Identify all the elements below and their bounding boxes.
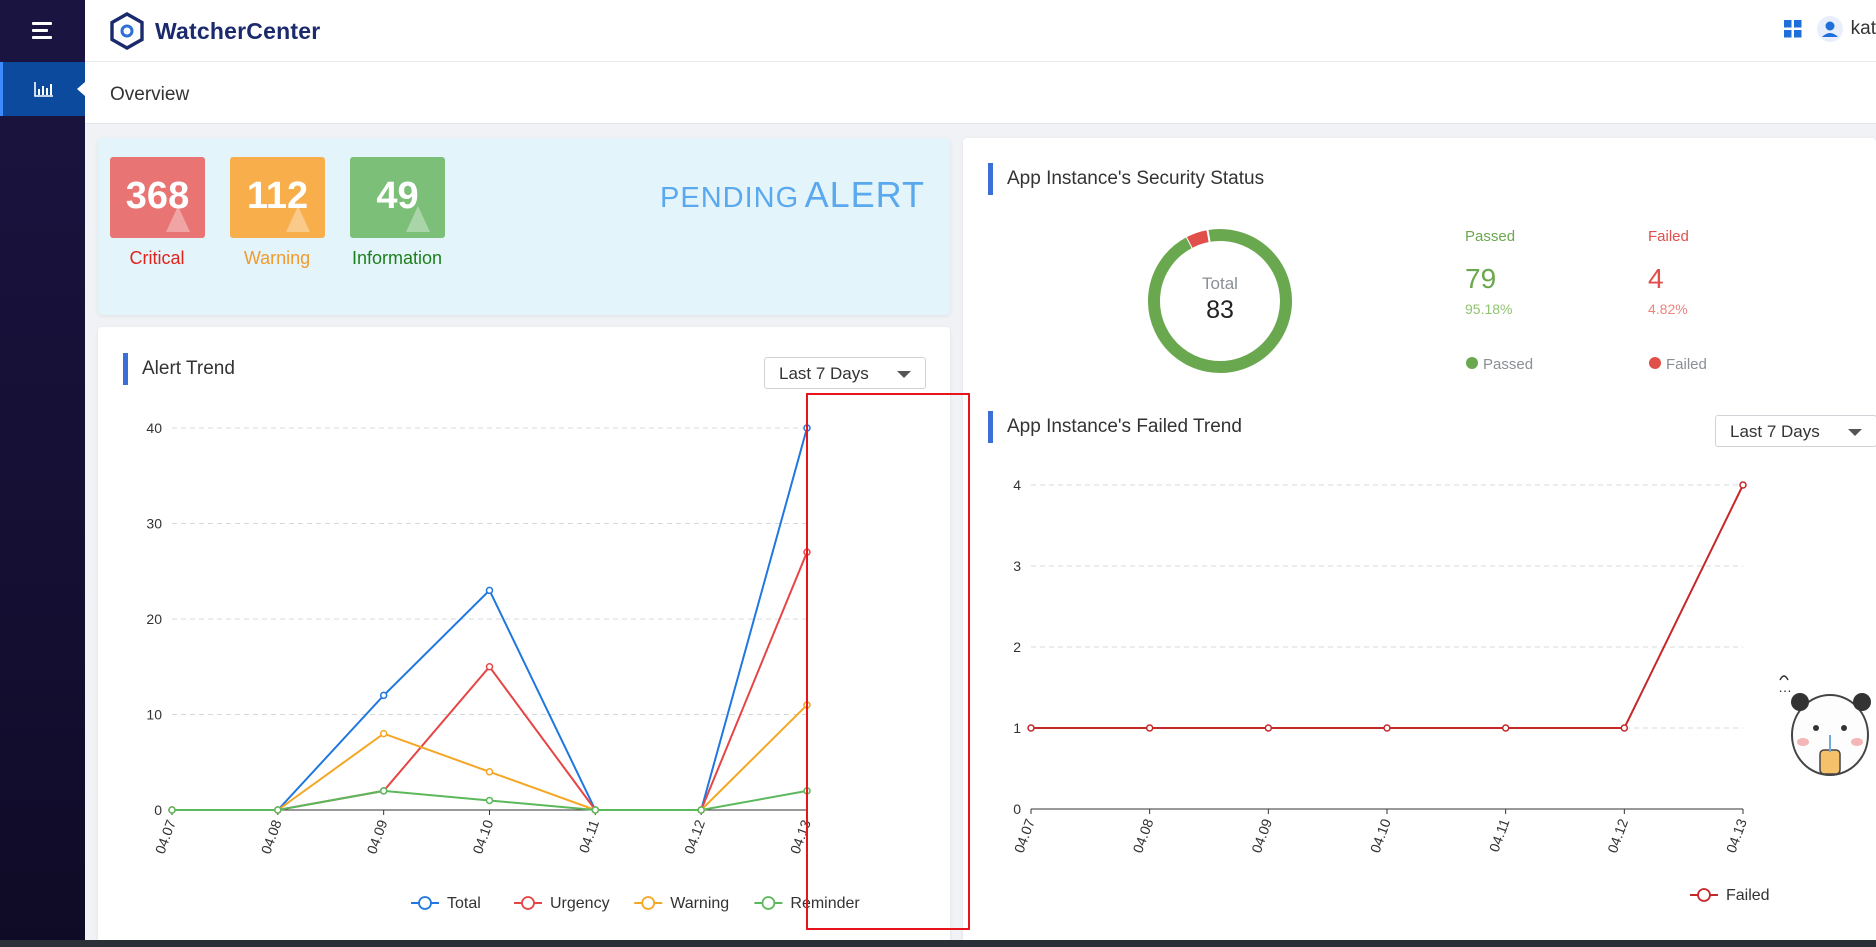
taskbar-strip bbox=[0, 940, 1876, 947]
x-tick-label: 04.08 bbox=[1129, 816, 1156, 855]
y-tick-label: 3 bbox=[1013, 558, 1021, 574]
y-tick-label: 40 bbox=[146, 420, 162, 436]
legend-label: Warning bbox=[670, 895, 729, 912]
failed-stat-label: Failed bbox=[1648, 228, 1689, 245]
y-tick-label: 0 bbox=[154, 802, 162, 818]
y-tick-label: 2 bbox=[1013, 639, 1021, 655]
x-tick-label: 04.12 bbox=[1604, 816, 1631, 855]
x-tick-label: 04.11 bbox=[575, 817, 602, 855]
legend-failed-label: Failed bbox=[1666, 356, 1707, 373]
y-tick-label: 10 bbox=[146, 707, 162, 723]
data-point[interactable] bbox=[1145, 724, 1154, 732]
y-tick-label: 0 bbox=[1013, 801, 1021, 817]
y-tick-label: 1 bbox=[1013, 720, 1021, 736]
data-point[interactable] bbox=[803, 701, 811, 709]
data-point[interactable] bbox=[697, 806, 705, 814]
x-tick-label: 04.08 bbox=[258, 817, 285, 856]
charts-layer: 010203040 04.07 04.08 04.09 04.10 04.11 04.12… bbox=[146, 227, 1871, 912]
legend-label: Reminder bbox=[790, 895, 860, 912]
data-point[interactable] bbox=[168, 806, 176, 814]
panda-sticker-image: … bbox=[1778, 675, 1871, 776]
legend-failed-marker bbox=[1649, 357, 1661, 369]
svg-text:…: … bbox=[1778, 679, 1792, 695]
legend-item-failed[interactable]: Failed bbox=[1690, 887, 1770, 904]
donut-total-label: Total bbox=[1202, 274, 1238, 293]
data-point[interactable] bbox=[485, 586, 494, 595]
data-point[interactable] bbox=[803, 548, 811, 556]
data-point[interactable] bbox=[1501, 724, 1510, 732]
legend-passed-label: Passed bbox=[1483, 356, 1533, 373]
data-point[interactable] bbox=[1383, 724, 1391, 732]
x-tick-label: 04.09 bbox=[363, 817, 390, 856]
passed-stat-label: Passed bbox=[1465, 228, 1515, 245]
passed-stat-count: 79 bbox=[1465, 263, 1496, 294]
x-tick-label: 04.11 bbox=[1486, 816, 1513, 854]
donut-total-value: 83 bbox=[1206, 296, 1234, 324]
legend-item-urgency[interactable]: Urgency bbox=[514, 895, 610, 912]
data-point[interactable] bbox=[1264, 724, 1273, 732]
legend-item-reminder[interactable]: Reminder bbox=[754, 895, 860, 912]
data-point[interactable] bbox=[1739, 481, 1747, 489]
y-tick-label: 20 bbox=[146, 611, 162, 627]
data-point[interactable] bbox=[803, 424, 811, 432]
alert-trend-chart: 0 10 20 30 40 04.07 04.08 04.09 04.10 04.11 04.12… bbox=[146, 420, 860, 912]
failed-stat-count: 4 bbox=[1648, 263, 1664, 294]
data-point[interactable] bbox=[803, 787, 811, 795]
x-tick-label: 04.10 bbox=[1367, 816, 1394, 855]
legend-label: Failed bbox=[1726, 887, 1770, 904]
series-line-failed bbox=[1031, 484, 1744, 729]
data-point[interactable] bbox=[379, 691, 388, 700]
donut-slice-failed[interactable] bbox=[1186, 230, 1210, 248]
y-tick-label: 4 bbox=[1013, 477, 1021, 493]
data-point[interactable] bbox=[485, 663, 494, 671]
data-point[interactable] bbox=[485, 796, 494, 805]
data-point[interactable] bbox=[379, 729, 388, 738]
passed-stat-percent: 95.18% bbox=[1465, 301, 1512, 317]
data-point[interactable] bbox=[1027, 724, 1035, 732]
legend-label: Total bbox=[447, 895, 481, 912]
x-tick-label: 04.10 bbox=[469, 817, 496, 856]
x-tick-label: 04.07 bbox=[152, 817, 179, 856]
data-point[interactable] bbox=[485, 768, 494, 776]
x-tick-label: 04.13 bbox=[787, 817, 814, 856]
failed-stat-percent: 4.82% bbox=[1648, 301, 1688, 317]
data-point[interactable] bbox=[1620, 724, 1629, 732]
data-point[interactable] bbox=[591, 806, 600, 814]
data-point[interactable] bbox=[379, 787, 388, 795]
x-tick-label: 04.13 bbox=[1723, 816, 1750, 855]
legend-item-total[interactable]: Total bbox=[411, 895, 481, 912]
legend-label: Urgency bbox=[550, 895, 610, 912]
x-tick-label: 04.07 bbox=[1011, 816, 1038, 855]
series-line-warning bbox=[172, 704, 808, 811]
legend-passed-marker bbox=[1466, 357, 1478, 369]
failed-trend-chart: 0 1 2 3 4 04.07 04.08 04.09 04.10 04.11 04.12 04.1… bbox=[1011, 477, 1770, 904]
x-tick-label: 04.09 bbox=[1248, 816, 1275, 855]
x-tick-label: 04.12 bbox=[681, 817, 708, 856]
legend-item-warning[interactable]: Warning bbox=[634, 895, 729, 912]
data-point[interactable] bbox=[274, 806, 282, 814]
y-tick-label: 30 bbox=[146, 516, 162, 532]
